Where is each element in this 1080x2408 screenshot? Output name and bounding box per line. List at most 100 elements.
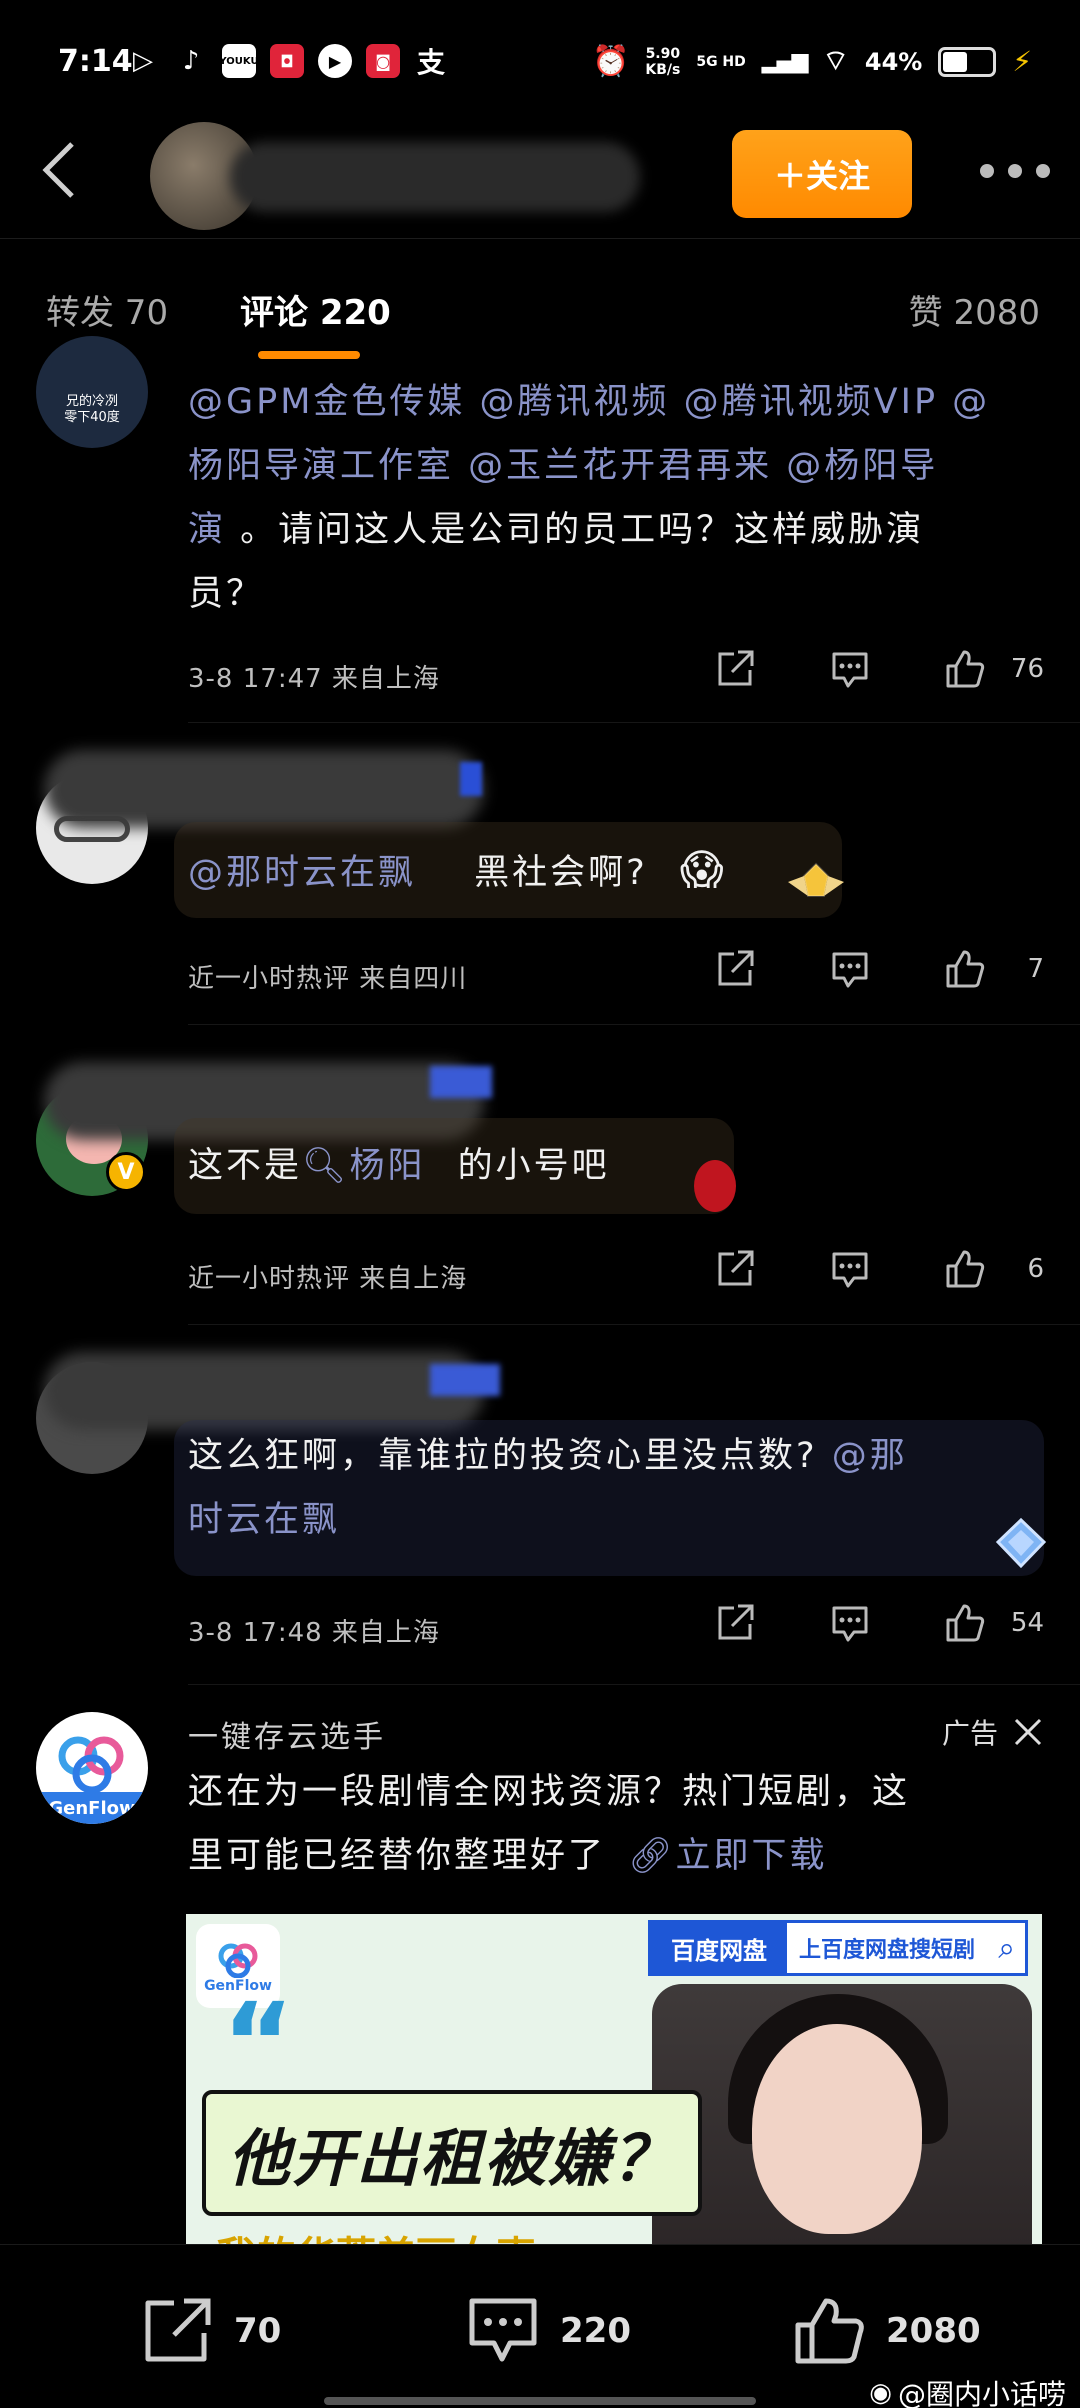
advertiser-name[interactable]: 一键存云选手: [188, 1712, 386, 1756]
mention-fragment[interactable]: @那: [832, 1436, 908, 1476]
play-icon: ▷: [133, 46, 153, 76]
share-icon: [145, 2298, 211, 2362]
comment-body: 这不是: [188, 1146, 303, 1186]
thumbs-up-icon: [946, 1250, 985, 1288]
comment-body: 这么狂啊，靠谁拉的投资心里没点数?: [188, 1436, 832, 1476]
alipay-icon: 支: [416, 46, 445, 79]
share-icon[interactable]: [714, 648, 756, 690]
comment-item: V 这不是🔍︎杨阳 的小号吧 近一小时热评 来自上海 6: [0, 1030, 1080, 1330]
status-app-icons: ▷ ♪ YOUKU ◘ ▶ ◙ 支: [126, 44, 448, 79]
ad-banner-image[interactable]: GenFlow “ 百度网盘 上百度网盘搜短剧 ⌕ 他开出租被嫌？ 我的华蒂美丽…: [186, 1914, 1042, 2258]
like-count: 7: [1027, 954, 1044, 984]
comment-button[interactable]: 220: [464, 2295, 631, 2367]
like-count: 76: [1010, 654, 1044, 684]
comment-count: 220: [560, 2311, 631, 2351]
home-indicator[interactable]: [324, 2397, 756, 2405]
advertiser-avatar[interactable]: GenFlow: [36, 1712, 148, 1824]
comment-actions: 76: [714, 648, 1044, 690]
battery-icon: [938, 46, 997, 77]
youku-icon: YOUKU: [219, 44, 259, 78]
ad-label: 广告: [942, 1712, 1044, 1752]
comment-actions: 7: [714, 948, 1044, 990]
reply-icon[interactable]: [828, 1248, 872, 1290]
bottom-action-bar: 70 220 2080 ◉ @圈内小话唠: [0, 2244, 1080, 2408]
back-icon[interactable]: [40, 140, 80, 200]
like-count: 6: [1027, 1254, 1044, 1284]
mention-line[interactable]: 杨阳导演工作室 @玉兰花开君再来 @杨阳导: [188, 434, 1038, 498]
comment-item: @那时云在飘 黑社会啊? 😱 近一小时热评 来自四川 7: [0, 730, 1080, 1030]
ad-banner-headline: 他开出租被嫌？: [202, 2090, 703, 2216]
like-count: 54: [1010, 1608, 1044, 1638]
tab-active-indicator: [258, 351, 360, 359]
more-icon[interactable]: [980, 156, 1050, 186]
shocked-emoji-icon: 😱: [679, 845, 727, 894]
comment-actions: 6: [714, 1248, 1044, 1290]
comment-body: 员？: [188, 574, 265, 614]
reply-icon[interactable]: [828, 948, 872, 990]
apple-decoration-icon: [694, 1160, 736, 1212]
battery-percent: 44%: [864, 47, 923, 76]
mention-fragment[interactable]: 演: [188, 510, 226, 550]
comment-actions: 54: [714, 1602, 1044, 1644]
tab-repost[interactable]: 转发 70: [46, 285, 168, 334]
play-circle-icon: ▶: [318, 44, 352, 78]
share-icon[interactable]: [714, 1602, 756, 1644]
comment-body: 黑社会啊?: [474, 853, 648, 893]
ad-item: GenFlow 一键存云选手 广告 还在为一段剧情全网找资源？热门短剧，这 里可…: [0, 1690, 1080, 2258]
alarm-icon: ⏰: [592, 44, 630, 79]
follow-button[interactable]: ＋关注: [732, 130, 912, 218]
mention-fragment[interactable]: 时云在飘: [188, 1488, 1038, 1552]
thumbs-up-icon: [795, 2298, 864, 2364]
thumbs-up-icon: [946, 1604, 985, 1642]
like-button[interactable]: 6: [944, 1248, 1044, 1290]
red-app-icon: ◘: [270, 44, 304, 78]
comment-item: 这么狂啊，靠谁拉的投资心里没点数? @那 时云在飘 3-8 17:48 来自上海…: [0, 1330, 1080, 1684]
level-badge: [460, 762, 482, 796]
comment-body: 的小号吧: [457, 1146, 610, 1186]
like-button[interactable]: 54: [944, 1602, 1044, 1644]
divider: [188, 1324, 1080, 1325]
comment-text: 这不是🔍︎杨阳 的小号吧: [188, 1134, 1038, 1198]
network-label: 5G HD: [696, 53, 746, 70]
genflow-logo-icon: GenFlow: [36, 1736, 148, 1824]
divider: [188, 1024, 1080, 1025]
crown-badge-icon: [786, 860, 846, 910]
comment-item: 兄的冷冽 零下40度 @GPM金色传媒 @腾讯视频 @腾讯视频VIP @ 杨阳导…: [0, 336, 1080, 728]
author-name-blurred: [230, 142, 640, 212]
status-bar: 7:14 ▷ ♪ YOUKU ◘ ▶ ◙ 支 ⏰ 5.90 KB/s 5G HD…: [0, 0, 1080, 120]
search-icon: ⌕: [998, 1930, 1015, 1966]
like-button[interactable]: 7: [944, 948, 1044, 990]
comment-icon: [469, 2298, 537, 2362]
ad-banner-search: 百度网盘 上百度网盘搜短剧 ⌕: [648, 1920, 1028, 1976]
share-icon[interactable]: [714, 948, 756, 990]
comment-meta: 近一小时热评 来自四川: [188, 964, 468, 994]
comment-meta: 近一小时热评 来自上海: [188, 1264, 468, 1294]
comment-body: 。请问这人是公司的员工吗？这样威胁演: [226, 510, 925, 550]
tab-bar: 转发 70 评论 220 赞 2080: [0, 238, 1080, 368]
header: ＋关注: [0, 120, 1080, 238]
tab-comments[interactable]: 评论 220: [240, 285, 391, 334]
diamond-badge-icon: [990, 1516, 1052, 1572]
comment-text: @那时云在飘 黑社会啊? 😱: [188, 838, 1038, 905]
signal-icon: ▂▄▆: [761, 49, 809, 74]
reply-icon[interactable]: [828, 1602, 872, 1644]
ad-text: 还在为一段剧情全网找资源？热门短剧，这 里可能已经替你整理好了 🔗︎立即下载: [188, 1772, 911, 1876]
search-topic-link[interactable]: 🔍︎杨阳: [302, 1146, 425, 1186]
commenter-avatar[interactable]: 兄的冷冽 零下40度: [36, 336, 148, 448]
level-badge: [430, 1364, 500, 1396]
tab-likes[interactable]: 赞 2080: [909, 285, 1040, 334]
net-speed: 5.90 KB/s: [645, 45, 681, 78]
download-link[interactable]: 🔗︎立即下载: [628, 1836, 827, 1876]
mention-fragment[interactable]: @那时云在飘: [188, 853, 416, 893]
close-icon[interactable]: [1012, 1716, 1044, 1748]
like-button[interactable]: 76: [944, 648, 1044, 690]
repost-button[interactable]: 70: [140, 2295, 281, 2367]
comment-meta: 3-8 17:47 来自上海: [188, 664, 440, 694]
share-icon[interactable]: [714, 1248, 756, 1290]
like-button[interactable]: 2080: [792, 2295, 981, 2367]
mention-line[interactable]: @GPM金色传媒 @腾讯视频 @腾讯视频VIP @: [188, 370, 1038, 434]
reply-icon[interactable]: [828, 648, 872, 690]
quote-mark-icon: “: [222, 1979, 295, 2107]
status-right: ⏰ 5.90 KB/s 5G HD ▂▄▆ ⌔ 44% ⚡: [592, 44, 1032, 79]
tiktok-icon: ♪: [182, 46, 200, 76]
